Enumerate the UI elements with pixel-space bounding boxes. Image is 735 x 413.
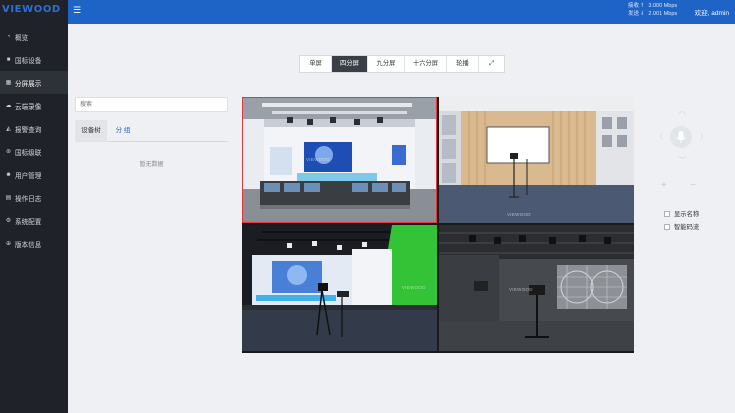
rx-label: 接收 <box>628 3 640 9</box>
tx-value: 2.001 Mbps <box>648 11 678 17</box>
watermark: VIEWOOD <box>509 287 533 292</box>
sidebar-item-6[interactable]: ⊛ 国标级联 <box>0 140 68 163</box>
camera-icon: ■ <box>6 56 11 63</box>
sidebar-item-5[interactable]: ◭ 报警查询 <box>0 117 68 140</box>
video-grid: VIEWOOD VIEWOOD VIEWOOD VIEWOOD <box>242 97 634 353</box>
sidebar-item-label: 版本信息 <box>15 241 42 249</box>
split-toolbar: 单屏 四分屏 九分屏 十六分屏 轮播 ⤢ <box>299 55 505 73</box>
menu-icon[interactable]: ☰ <box>73 5 81 16</box>
sidebar-item-label: 概览 <box>15 34 29 42</box>
fullscreen-icon[interactable]: ⤢ <box>479 56 504 72</box>
sidebar-item-label: 操作日志 <box>15 195 42 203</box>
sidebar-item-label: 分屏展示 <box>15 80 42 88</box>
tab-device-tree[interactable]: 设备树 <box>75 120 107 142</box>
arrow-left-icon[interactable]: 〈 <box>655 131 663 142</box>
panel-tabs: 设备树 分 组 <box>75 120 228 142</box>
logo: VIEWOOD <box>2 4 61 15</box>
sidebar-item-1[interactable]: ◔ 概览 <box>0 25 68 48</box>
microphone-icon[interactable] <box>670 126 692 148</box>
arrow-down-icon: 🠗 <box>641 11 644 17</box>
search-input[interactable] <box>75 97 228 112</box>
sidebar-item-label: 用户管理 <box>15 172 42 180</box>
arrow-right-icon[interactable]: 〉 <box>700 131 708 142</box>
sidebar-item-9[interactable]: ⚙ 系统配置 <box>0 209 68 232</box>
sidebar-nav: ◔ 概览 ■ 国标设备 ▦ 分屏展示 ☁ 云端录像 ◭ 报警查询 ⊛ 国标级联 ☻ 用户管理 ▤ 操作日志 ⚙ 系… <box>0 25 68 255</box>
welcome-user[interactable]: 欢迎, admin <box>695 7 729 17</box>
video-cell-4[interactable]: VIEWOOD <box>439 225 634 351</box>
link-icon: ⊛ <box>5 149 12 155</box>
show-name-label: 显示名称 <box>674 211 700 218</box>
arrow-up-icon[interactable]: ︿ <box>678 105 686 116</box>
sidebar-item-8[interactable]: ▤ 操作日志 <box>0 186 68 209</box>
sidebar-item-label: 国标设备 <box>15 57 42 65</box>
split-nine-button[interactable]: 九分屏 <box>368 56 405 72</box>
watermark: VIEWOOD <box>402 285 426 290</box>
grid-icon: ▦ <box>5 80 12 86</box>
tab-group[interactable]: 分 组 <box>107 120 139 142</box>
sidebar-item-label: 报警查询 <box>15 126 42 134</box>
sidebar-item-7[interactable]: ☻ 用户管理 <box>0 163 68 186</box>
empty-text: 暂无数据 <box>139 162 164 168</box>
gauge-icon: ◔ <box>6 33 11 40</box>
sidebar-item-10[interactable]: ⊕ 版本信息 <box>0 232 68 255</box>
arrow-up-icon: 🠕 <box>641 3 644 9</box>
top-header: ☰ 接收 🠕 3.000 Mbps 发送 🠗 2.001 Mbps 欢迎, admin <box>68 0 735 24</box>
tx-label: 发送 <box>628 11 640 17</box>
show-name-option[interactable]: 显示名称 <box>664 209 699 218</box>
sidebar-item-2[interactable]: ■ 国标设备 <box>0 48 68 71</box>
sidebar-item-label: 云端录像 <box>15 103 42 111</box>
bell-icon: ◭ <box>6 126 11 132</box>
sidebar-item-label: 系统配置 <box>15 218 42 226</box>
video-frame-studio-wood <box>439 97 634 223</box>
sidebar-item-3[interactable]: ▦ 分屏展示 <box>0 71 68 94</box>
info-icon: ⊕ <box>5 241 12 247</box>
zoom-in-icon[interactable]: + <box>661 180 667 191</box>
video-cell-3[interactable]: VIEWOOD <box>242 225 437 351</box>
video-cell-1[interactable]: VIEWOOD <box>242 97 437 223</box>
gear-icon: ⚙ <box>5 218 12 224</box>
zoom-out-icon[interactable]: − <box>690 180 696 191</box>
split-sixteen-button[interactable]: 十六分屏 <box>405 56 447 72</box>
split-four-button[interactable]: 四分屏 <box>332 56 368 72</box>
file-icon: ▤ <box>5 195 12 201</box>
smart-stream-label: 智能码流 <box>674 224 700 231</box>
split-single-button[interactable]: 单屏 <box>300 56 332 72</box>
smart-stream-checkbox[interactable] <box>664 223 670 230</box>
network-stats: 接收 🠕 3.000 Mbps 发送 🠗 2.001 Mbps <box>628 2 677 18</box>
user-icon: ☻ <box>5 171 12 178</box>
sidebar: VIEWOOD ◔ 概览 ■ 国标设备 ▦ 分屏展示 ☁ 云端录像 ◭ 报警查询 ⊛ 国标级联 ☻ 用户管… <box>0 0 68 413</box>
show-name-checkbox[interactable] <box>664 210 670 217</box>
watermark: VIEWOOD <box>306 157 330 162</box>
video-cell-2[interactable]: VIEWOOD <box>439 97 634 223</box>
arrow-down-icon[interactable]: ﹀ <box>678 155 686 166</box>
video-frame-studio-news <box>242 97 437 223</box>
smart-stream-option[interactable]: 智能码流 <box>664 222 699 231</box>
cloud-icon: ☁ <box>5 103 12 109</box>
rx-value: 3.000 Mbps <box>648 3 678 9</box>
video-frame-studio-dark <box>439 225 634 351</box>
carousel-button[interactable]: 轮播 <box>447 56 479 72</box>
sidebar-item-4[interactable]: ☁ 云端录像 <box>0 94 68 117</box>
sidebar-item-label: 国标级联 <box>15 149 42 157</box>
watermark: VIEWOOD <box>507 212 531 217</box>
ptz-control: ︿ 〈 〉 ﹀ + − <box>650 105 715 200</box>
